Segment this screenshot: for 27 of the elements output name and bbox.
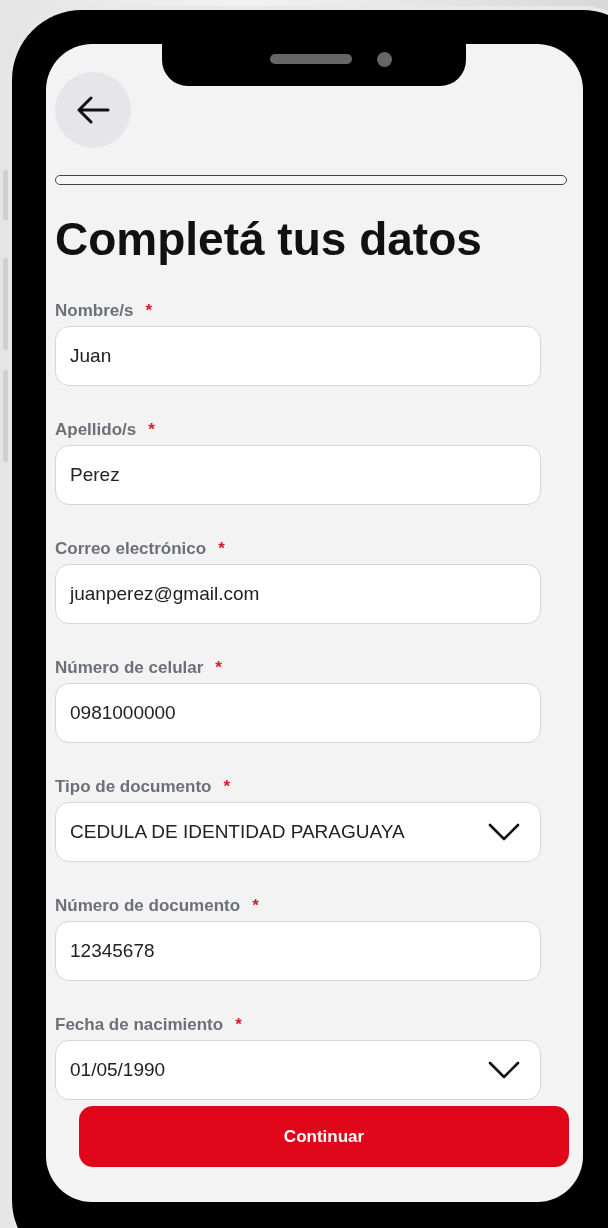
input-field[interactable]: 12345678 xyxy=(55,921,541,981)
field-label: Correo electrónico xyxy=(55,538,207,560)
required-mark: * xyxy=(145,300,153,322)
field-label: Nombre/s xyxy=(55,300,134,322)
required-mark: * xyxy=(235,1014,242,1036)
chevron-down-icon xyxy=(488,823,520,841)
required-mark: * xyxy=(218,538,225,560)
input-field[interactable]: Perez xyxy=(55,445,541,505)
required-mark: * xyxy=(215,657,222,679)
field-label: Número de celular xyxy=(55,657,204,679)
field-label: Apellido/s xyxy=(55,419,137,441)
continue-button[interactable]: Continuar xyxy=(79,1106,569,1167)
chevron-down-icon xyxy=(488,1061,520,1079)
back-arrow-icon xyxy=(76,96,110,124)
dropdown-field[interactable]: CEDULA DE IDENTIDAD PARAGUAYA xyxy=(55,802,541,862)
required-mark: * xyxy=(148,419,155,441)
field-label: Número de documento xyxy=(55,895,241,917)
input-field[interactable]: juanperez@gmail.com xyxy=(55,564,541,624)
input-field[interactable]: Juan xyxy=(55,326,541,386)
input-field[interactable]: 0981000000 xyxy=(55,683,541,743)
field-label: Tipo de documento xyxy=(55,776,212,798)
page-title: Completá tus datos xyxy=(55,212,483,267)
required-mark: * xyxy=(252,895,259,917)
required-mark: * xyxy=(223,776,231,798)
dropdown-field[interactable]: 01/05/1990 xyxy=(55,1040,541,1100)
camera-dot xyxy=(377,52,392,67)
field-label: Fecha de nacimiento xyxy=(55,1014,224,1036)
